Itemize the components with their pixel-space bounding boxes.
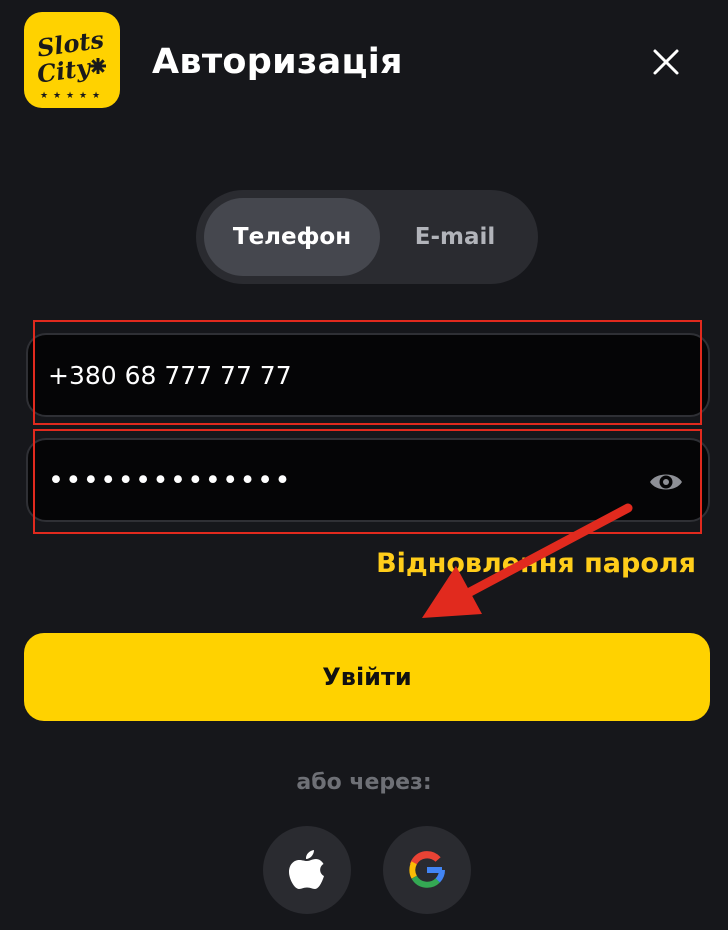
login-method-tabs: Телефон E-mail (196, 190, 538, 284)
close-icon (653, 49, 679, 75)
svg-text:★: ★ (92, 91, 100, 101)
eye-icon (650, 474, 682, 490)
close-button[interactable] (644, 40, 688, 84)
brand-logo: Slots City ★ ★ ★ ★ ★ (24, 12, 120, 108)
svg-text:★: ★ (66, 91, 74, 101)
slots-city-logo-icon: Slots City ★ ★ ★ ★ ★ (35, 25, 106, 101)
google-icon (409, 851, 445, 888)
svg-text:★: ★ (79, 91, 87, 101)
social-divider-label: або через: (296, 770, 432, 795)
svg-text:★: ★ (53, 91, 61, 101)
login-button[interactable]: Увійти (24, 633, 710, 721)
tab-email[interactable]: E-mail (380, 198, 530, 276)
apple-icon (289, 850, 324, 889)
google-login-button[interactable] (383, 826, 471, 914)
show-password-button[interactable] (644, 460, 688, 504)
tab-phone[interactable]: Телефон (204, 198, 380, 276)
apple-login-button[interactable] (263, 826, 351, 914)
phone-input[interactable]: +380 68 777 77 77 (26, 333, 710, 417)
password-input[interactable]: •••••••••••••• (26, 438, 710, 522)
phone-value: +380 68 777 77 77 (48, 360, 292, 390)
recover-password-link[interactable]: Відновлення пароля (376, 542, 696, 586)
svg-text:★: ★ (40, 91, 48, 101)
password-value: •••••••••••••• (48, 464, 292, 496)
page-title: Авторизація (152, 42, 403, 82)
